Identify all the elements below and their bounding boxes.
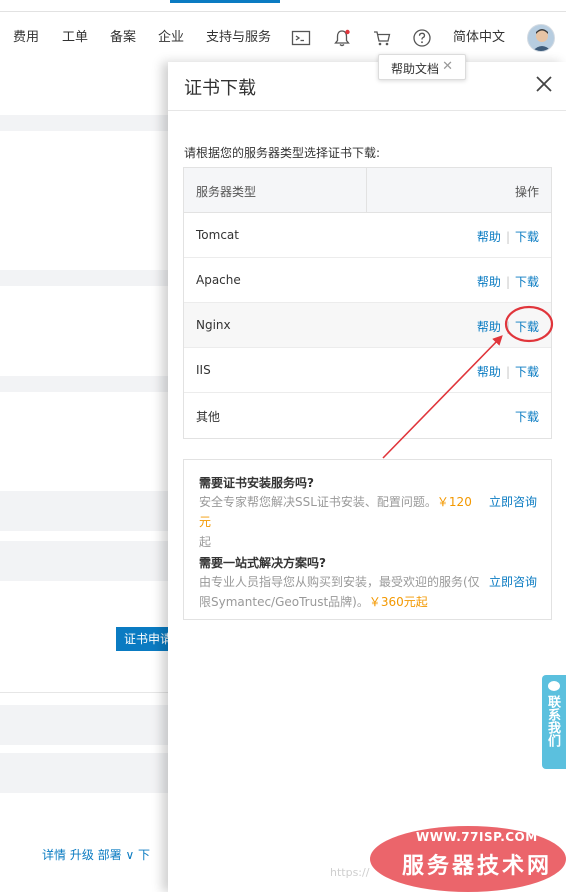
server-type-label: IIS <box>196 363 211 377</box>
promo-price: ￥360元起 <box>368 595 428 609</box>
help-link[interactable]: 帮助 <box>477 230 501 244</box>
separator: | <box>505 275 510 289</box>
top-nav: 费用 工单 备案 企业 支持与服务 简体中文 <box>0 0 566 62</box>
promo-description: 安全专家帮您解决SSL证书安装、配置问题。￥120元起 <box>199 492 481 552</box>
bg-section-header <box>0 705 170 745</box>
row-operations: 帮助 | 下载 <box>477 318 539 335</box>
nav-divider <box>0 11 566 12</box>
nav-item-enterprise[interactable]: 企业 <box>158 30 184 46</box>
separator: | <box>505 365 510 379</box>
contact-us-tab[interactable]: 联系我们 <box>542 675 566 769</box>
download-link[interactable]: 下载 <box>515 230 539 244</box>
download-link[interactable]: 下载 <box>515 275 539 289</box>
service-promo-box: 需要证书安装服务吗? 安全专家帮您解决SSL证书安装、配置问题。￥120元起 立… <box>183 459 552 620</box>
server-type-label: Tomcat <box>196 228 239 242</box>
nav-item-support[interactable]: 支持与服务 <box>206 30 271 46</box>
watermark-url: WWW.77ISP.COM <box>416 830 538 844</box>
chat-icon <box>548 681 560 691</box>
bell-icon[interactable] <box>332 28 352 48</box>
promo-title: 需要证书安装服务吗? <box>199 476 314 490</box>
column-header-server-type: 服务器类型 <box>196 185 257 199</box>
close-icon[interactable]: ✕ <box>442 59 453 74</box>
row-operations: 帮助 | 下载 <box>477 273 539 290</box>
separator: | <box>505 320 510 334</box>
certificate-apply-button[interactable]: 证书申请 <box>116 627 174 651</box>
table-row: 其他 下载 <box>184 393 551 438</box>
promo-description: 由专业人员指导您从购买到安装，最受欢迎的服务(仅限Symantec/GeoTru… <box>199 572 481 612</box>
row-operations: 帮助 | 下载 <box>477 363 539 380</box>
download-link[interactable]: 下载 <box>515 410 539 424</box>
table-row: Apache 帮助 | 下载 <box>184 258 551 303</box>
promo-title: 需要一站式解决方案吗? <box>199 556 326 570</box>
bg-section-header <box>0 270 170 286</box>
language-switch[interactable]: 简体中文 <box>453 30 505 46</box>
user-avatar[interactable] <box>527 24 555 52</box>
row-actions[interactable]: 详情 升级 部署 ∨ 下 <box>42 846 150 863</box>
help-icon[interactable] <box>412 28 432 48</box>
bg-divider <box>0 692 170 693</box>
help-doc-label[interactable]: 帮助文档 <box>391 60 439 77</box>
bg-section-header <box>0 541 170 581</box>
server-type-label: Apache <box>196 273 241 287</box>
table-row: IIS 帮助 | 下载 <box>184 348 551 393</box>
table-row: Tomcat 帮助 | 下载 <box>184 213 551 258</box>
server-type-label: 其他 <box>196 410 221 424</box>
nav-accent-edge <box>170 0 280 3</box>
download-link[interactable]: 下载 <box>515 365 539 379</box>
help-link[interactable]: 帮助 <box>477 320 501 334</box>
promo-description-text: 安全专家帮您解决SSL证书安装、配置问题。 <box>199 495 437 509</box>
watermark-faint-url: https:// <box>330 866 370 879</box>
help-link[interactable]: 帮助 <box>477 275 501 289</box>
contact-us-label: 联系我们 <box>545 695 560 747</box>
close-icon[interactable] <box>534 74 554 94</box>
column-header-operation: 操作 <box>514 185 539 199</box>
nav-item-tickets[interactable]: 工单 <box>62 30 88 46</box>
certificate-download-drawer: 证书下载 请根据您的服务器类型选择证书下载: 服务器类型 操作 Tomcat 帮… <box>168 62 566 892</box>
help-link[interactable]: 帮助 <box>477 365 501 379</box>
drawer-title: 证书下载 <box>184 78 256 99</box>
promo-description-tail: 起 <box>199 535 212 549</box>
row-operations: 帮助 | 下载 <box>477 228 539 245</box>
separator: | <box>505 230 510 244</box>
table-header: 服务器类型 操作 <box>184 168 551 213</box>
instruction-text: 请根据您的服务器类型选择证书下载: <box>184 146 381 160</box>
server-type-table: 服务器类型 操作 Tomcat 帮助 | 下载 Apache 帮助 | 下载 Nginx… <box>183 167 552 439</box>
drawer-header-divider <box>168 110 566 111</box>
nav-item-filing[interactable]: 备案 <box>110 30 136 46</box>
watermark: WWW.77ISP.COM 服务器技术网 <box>370 826 566 892</box>
column-divider <box>366 168 367 212</box>
avatar-icon <box>528 25 554 51</box>
terminal-icon[interactable] <box>291 28 311 48</box>
bg-section-header <box>0 491 170 531</box>
consult-link[interactable]: 立即咨询 <box>489 493 537 510</box>
cart-icon[interactable] <box>372 28 392 48</box>
help-doc-tooltip[interactable]: 帮助文档 ✕ <box>378 54 466 80</box>
row-operations: 下载 <box>515 408 539 425</box>
download-link[interactable]: 下载 <box>515 320 539 334</box>
server-type-label: Nginx <box>196 318 231 332</box>
bg-section-header <box>0 376 170 392</box>
bg-section-header <box>0 115 170 131</box>
table-row: Nginx 帮助 | 下载 <box>184 303 551 348</box>
consult-link[interactable]: 立即咨询 <box>489 573 537 590</box>
nav-item-fees[interactable]: 费用 <box>13 30 39 46</box>
watermark-site-name: 服务器技术网 <box>402 854 553 879</box>
bg-section-header <box>0 753 170 793</box>
promo-description-text: 由专业人员指导您从购买到安装，最受欢迎的服务(仅限Symantec/GeoTru… <box>199 575 480 609</box>
